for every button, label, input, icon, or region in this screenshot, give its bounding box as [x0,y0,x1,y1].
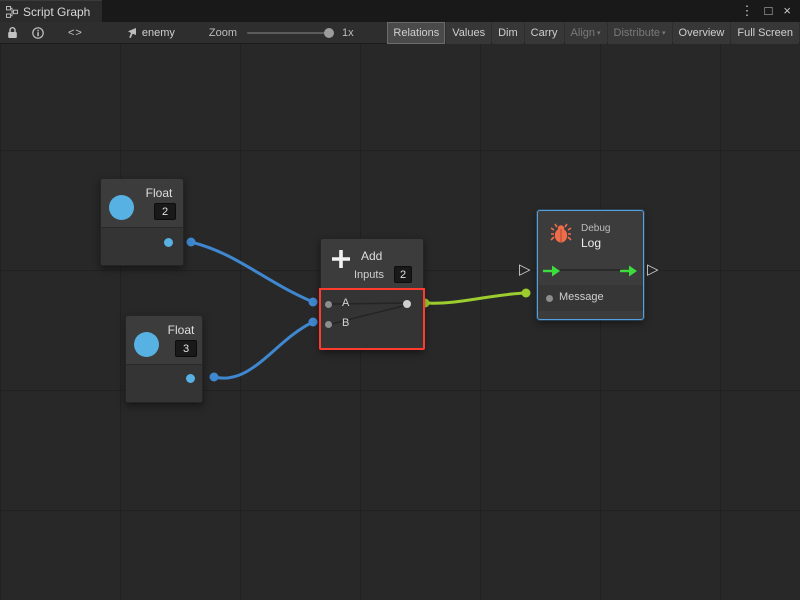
info-icon[interactable] [32,27,44,39]
message-input-port[interactable] [546,295,553,302]
inputs-label: Inputs [354,269,384,281]
fullscreen-button[interactable]: Full Screen [731,22,799,44]
lock-icon[interactable] [7,26,18,39]
relations-button[interactable]: Relations [387,22,445,44]
zoom-label: Zoom [209,27,237,39]
node-title: Float [162,323,200,337]
chevron-down-icon: ▾ [597,30,601,37]
toolbar-buttons: Relations Values Dim Carry Align ▾ Distr… [386,22,799,44]
values-label: Values [452,27,485,39]
float-node-2[interactable]: Float 3 [125,315,203,403]
input-port-b[interactable] [325,321,332,328]
wire-endpoint [309,318,318,327]
script-graph-icon [6,6,18,18]
inputs-count-field[interactable]: 2 [394,266,412,283]
graph-name[interactable]: enemy [142,27,175,39]
float-type-icon [134,332,159,357]
bug-icon [550,222,572,249]
graph-canvas[interactable]: Float 2 Float 3 Add Inputs 2 A B [0,44,800,600]
zoom-slider-handle[interactable] [324,28,334,38]
input-port-b-label: B [342,317,349,329]
titlebar: Script Graph ⋮ □ × [0,0,800,22]
float-output-port[interactable] [186,374,195,383]
wire-endpoint [522,289,531,298]
flow-arrow-icon[interactable]: ▷ [519,262,531,277]
code-icon[interactable]: <> [68,27,83,39]
align-button: Align ▾ [565,22,607,44]
float-type-icon [109,195,134,220]
zoom-value: 1x [342,27,354,39]
window-controls: ⋮ □ × [741,0,800,22]
graph-pointer-icon [125,27,137,39]
relation-lines [321,290,421,348]
flow-output-port[interactable] [620,264,638,282]
flow-arrow-icon[interactable]: ▷ [647,262,659,277]
node-body [126,364,202,402]
node-category: Debug [581,223,610,234]
wire-endpoint [210,373,219,382]
float-output-port[interactable] [164,238,173,247]
zoom-slider[interactable] [247,32,333,34]
wire-endpoint [309,298,318,307]
add-node[interactable]: Add Inputs 2 A B [320,238,424,350]
wire-float1-to-add-a[interactable] [191,242,313,302]
plus-icon [329,247,353,276]
float-node-1[interactable]: Float 2 [100,178,184,266]
menu-icon[interactable]: ⋮ [741,0,754,22]
node-title: Float [137,186,181,200]
wire-add-to-log-message[interactable] [425,293,526,303]
tab-script-graph[interactable]: Script Graph [0,0,102,22]
tab-title: Script Graph [23,5,90,19]
message-label: Message [559,291,604,303]
add-ports-section-selected[interactable]: A B [319,288,425,350]
distribute-label: Distribute [614,27,660,39]
node-title: Log [581,236,601,250]
dim-button[interactable]: Dim [492,22,524,44]
wire-endpoint [187,238,196,247]
chevron-down-icon: ▾ [662,30,666,37]
overview-label: Overview [679,27,725,39]
float-value-field[interactable]: 2 [154,203,176,220]
relations-label: Relations [393,27,439,39]
fullscreen-label: Full Screen [737,27,793,39]
sum-output-port[interactable] [403,300,411,308]
wire-float2-to-add-b[interactable] [214,322,313,378]
node-title: Add [361,249,382,263]
float-value-field[interactable]: 3 [175,340,197,357]
close-icon[interactable]: × [783,0,791,22]
carry-button[interactable]: Carry [525,22,564,44]
values-button[interactable]: Values [446,22,491,44]
input-port-a-label: A [342,297,349,309]
distribute-button: Distribute ▾ [608,22,672,44]
flow-input-port[interactable] [543,264,561,282]
align-label: Align [571,27,595,39]
graph-toolbar: <> enemy Zoom 1x Relations Values Dim Ca… [0,22,800,44]
carry-label: Carry [531,27,558,39]
input-port-a[interactable] [325,301,332,308]
message-row: Message [538,285,643,311]
maximize-icon[interactable]: □ [765,0,773,22]
overview-button[interactable]: Overview [673,22,731,44]
dim-label: Dim [498,27,518,39]
debug-log-node-selected[interactable]: Debug Log Message [537,210,644,320]
